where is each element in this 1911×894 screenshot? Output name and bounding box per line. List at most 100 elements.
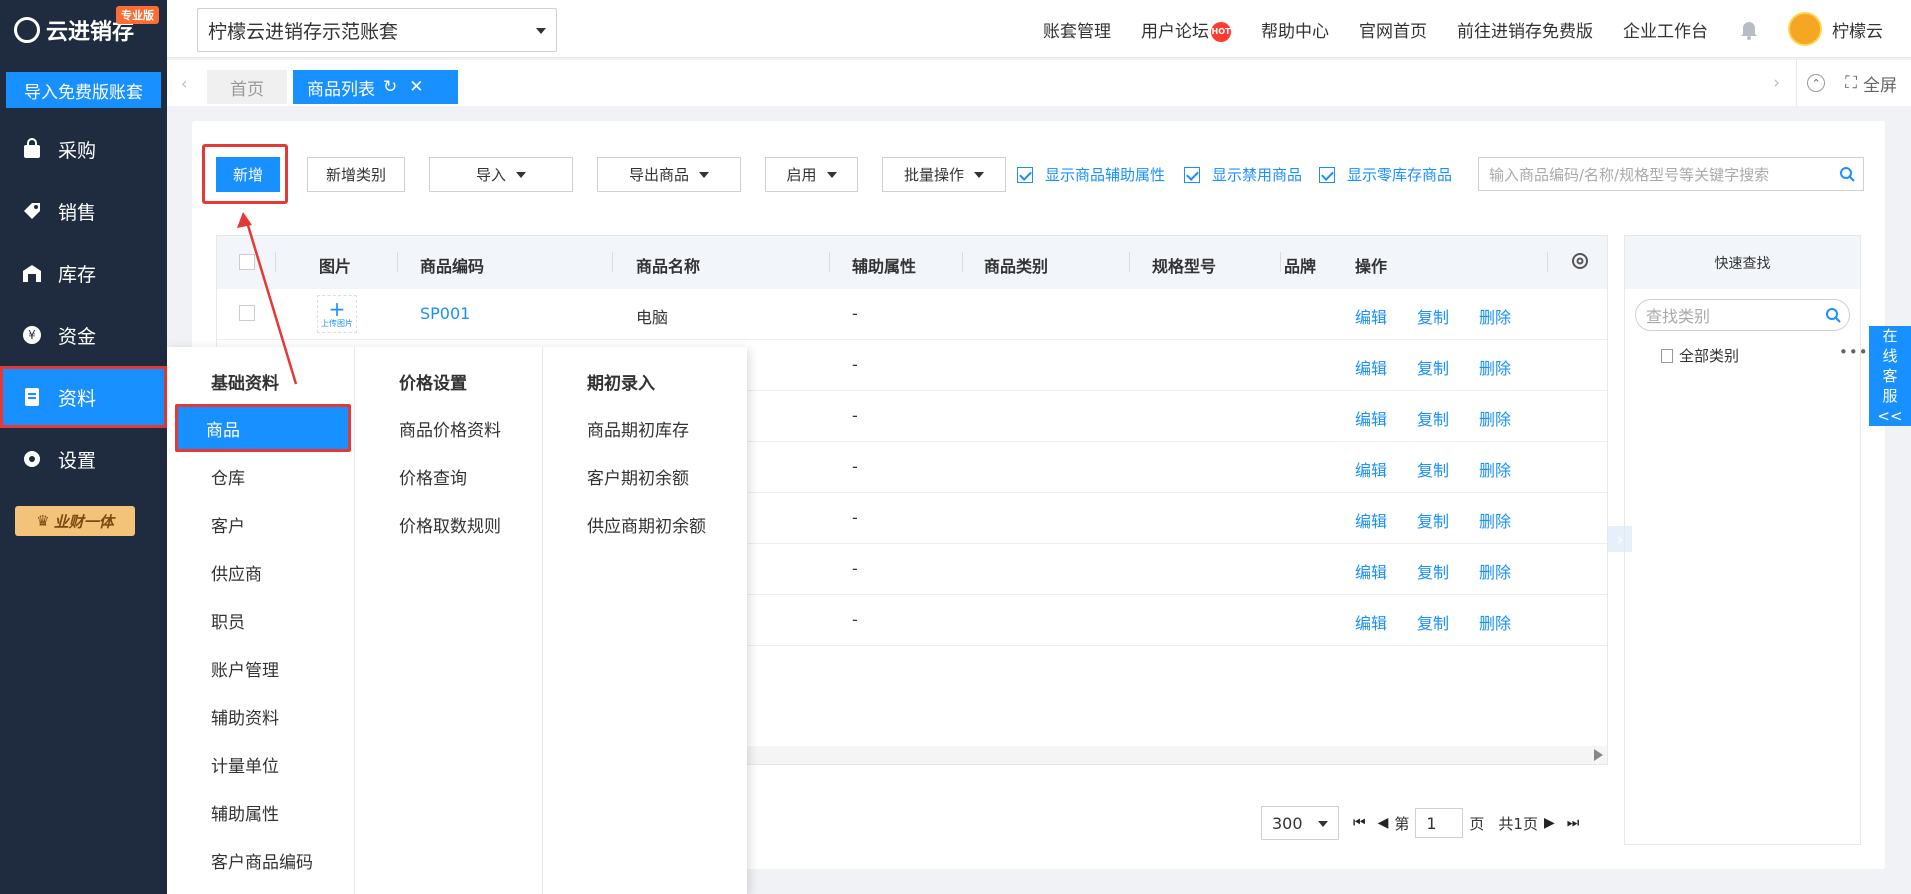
show-aux-attr-checkbox[interactable]: 显示商品辅助属性: [1017, 164, 1165, 185]
row-checkbox[interactable]: [239, 305, 255, 321]
add-category-button[interactable]: 新增类别: [307, 157, 405, 192]
nav-item-data[interactable]: 资料: [0, 366, 167, 428]
enable-dropdown[interactable]: 启用: [765, 157, 858, 192]
app-logo[interactable]: 云进销存 专业版: [0, 0, 167, 60]
menu-item-price-rules[interactable]: 价格取数规则: [399, 512, 501, 537]
nav-item-purchase[interactable]: 采购: [0, 118, 167, 180]
fullscreen-label[interactable]: 全屏: [1863, 71, 1897, 96]
edit-link[interactable]: 编辑: [1355, 559, 1387, 583]
nav-item-settings[interactable]: 设置: [0, 428, 167, 490]
column-settings-gear-icon[interactable]: [1570, 251, 1590, 275]
close-icon[interactable]: ✕: [409, 77, 423, 97]
delete-link[interactable]: 删除: [1479, 559, 1511, 583]
menu-item-accounts[interactable]: 账户管理: [211, 656, 279, 681]
menu-item-aux-attributes[interactable]: 辅助属性: [211, 800, 279, 825]
copy-link[interactable]: 复制: [1417, 508, 1449, 532]
folder-doc-icon: [1661, 348, 1673, 363]
menu-item-customer[interactable]: 客户: [211, 512, 245, 537]
delete-link[interactable]: 删除: [1479, 457, 1511, 481]
page-number-input[interactable]: 1: [1415, 808, 1464, 838]
edit-link[interactable]: 编辑: [1355, 304, 1387, 328]
menu-item-aux-data[interactable]: 辅助资料: [211, 704, 279, 729]
scroll-right-icon[interactable]: [1594, 749, 1603, 761]
column-divider: [829, 252, 830, 272]
category-search-input[interactable]: 查找类别: [1635, 299, 1850, 331]
menu-item-product[interactable]: 商品: [175, 404, 351, 452]
menu-item-warehouse[interactable]: 仓库: [211, 464, 245, 489]
delete-link[interactable]: 删除: [1479, 406, 1511, 430]
export-dropdown[interactable]: 导出商品: [597, 157, 741, 192]
import-free-account-button[interactable]: 导入免费版账套: [6, 72, 161, 108]
product-search-input[interactable]: 输入商品编码/名称/规格型号等关键字搜索: [1478, 157, 1864, 191]
more-options-icon[interactable]: •••: [1839, 343, 1869, 361]
link-free-version[interactable]: 前往进销存免费版: [1457, 17, 1593, 42]
account-select[interactable]: 柠檬云进销存示范账套: [197, 8, 557, 52]
select-all-checkbox[interactable]: [239, 254, 255, 270]
username[interactable]: 柠檬云: [1832, 17, 1883, 42]
last-page-icon[interactable]: ⏭: [1567, 815, 1580, 831]
batch-operation-dropdown[interactable]: 批量操作: [882, 157, 1006, 192]
edit-link[interactable]: 编辑: [1355, 355, 1387, 379]
show-zero-stock-checkbox[interactable]: 显示零库存商品: [1319, 164, 1452, 185]
nav-item-funds[interactable]: ¥ 资金: [0, 304, 167, 366]
nav-item-sales[interactable]: 销售: [0, 180, 167, 242]
add-button[interactable]: 新增: [216, 157, 280, 192]
product-code-link[interactable]: SP001: [420, 304, 470, 323]
refresh-icon[interactable]: ↻: [383, 77, 397, 97]
category-tree-all[interactable]: 全部类别 •••: [1661, 343, 1868, 366]
menu-item-price-data[interactable]: 商品价格资料: [399, 416, 501, 441]
link-user-forum[interactable]: 用户论坛 HOT: [1141, 17, 1231, 42]
upload-image-button[interactable]: + 上传图片: [317, 295, 357, 333]
copy-link[interactable]: 复制: [1417, 406, 1449, 430]
edit-link[interactable]: 编辑: [1355, 610, 1387, 634]
menu-item-supplier[interactable]: 供应商: [211, 560, 262, 585]
link-help-center[interactable]: 帮助中心: [1261, 17, 1329, 42]
delete-link[interactable]: 删除: [1479, 508, 1511, 532]
link-account-management[interactable]: 账套管理: [1043, 17, 1111, 42]
chevron-right-icon[interactable]: ›: [1773, 73, 1780, 93]
search-icon[interactable]: [1839, 166, 1855, 186]
search-icon[interactable]: [1825, 307, 1841, 327]
menu-item-customer-opening-balance[interactable]: 客户期初余额: [587, 464, 689, 489]
copy-link[interactable]: 复制: [1417, 610, 1449, 634]
divider: [1796, 60, 1798, 106]
menu-item-price-query[interactable]: 价格查询: [399, 464, 467, 489]
delete-link[interactable]: 删除: [1479, 304, 1511, 328]
link-official-site[interactable]: 官网首页: [1359, 17, 1427, 42]
collapse-up-icon[interactable]: ⌃: [1807, 74, 1826, 92]
fullscreen-icon[interactable]: ⛶: [1845, 73, 1857, 93]
nav-item-inventory[interactable]: 库存: [0, 242, 167, 304]
edit-link[interactable]: 编辑: [1355, 457, 1387, 481]
show-disabled-checkbox[interactable]: 显示禁用商品: [1184, 164, 1302, 185]
link-enterprise-workbench[interactable]: 企业工作台: [1623, 17, 1708, 42]
vip-badge[interactable]: ♛ 业财一体: [15, 506, 135, 536]
delete-link[interactable]: 删除: [1479, 610, 1511, 634]
chevron-left-icon[interactable]: ‹: [181, 74, 187, 93]
next-page-icon[interactable]: ▶: [1544, 815, 1555, 831]
copy-link[interactable]: 复制: [1417, 457, 1449, 481]
avatar[interactable]: [1788, 12, 1822, 46]
copy-link[interactable]: 复制: [1417, 304, 1449, 328]
copy-link[interactable]: 复制: [1417, 559, 1449, 583]
edit-link[interactable]: 编辑: [1355, 406, 1387, 430]
menu-column-opening: 期初录入 商品期初库存 客户期初余额 供应商期初余额: [543, 347, 747, 894]
menu-item-opening-stock[interactable]: 商品期初库存: [587, 416, 689, 441]
bell-icon[interactable]: [1738, 18, 1760, 40]
menu-item-units[interactable]: 计量单位: [211, 752, 279, 777]
prev-page-icon[interactable]: ◀: [1378, 815, 1389, 831]
pagination: 300 ⏮ ◀ 第 1 页 共1页 ▶ ⏭: [1261, 806, 1585, 840]
menu-item-staff[interactable]: 职员: [211, 608, 245, 633]
menu-item-supplier-opening-balance[interactable]: 供应商期初余额: [587, 512, 706, 537]
first-page-icon[interactable]: ⏮: [1353, 815, 1366, 831]
tab-home[interactable]: 首页: [207, 70, 287, 104]
table-row[interactable]: + 上传图片 SP001 电脑 - 编辑 复制 删除: [217, 289, 1607, 340]
delete-link[interactable]: 删除: [1479, 355, 1511, 379]
tab-product-list[interactable]: 商品列表 ↻ ✕: [293, 70, 458, 104]
import-dropdown[interactable]: 导入: [429, 157, 573, 192]
edit-link[interactable]: 编辑: [1355, 508, 1387, 532]
online-service-button[interactable]: 在 线 客 服 <<: [1869, 326, 1911, 426]
menu-item-customer-product-code[interactable]: 客户商品编码: [211, 848, 313, 873]
page-size-select[interactable]: 300: [1261, 806, 1339, 840]
service-char: <<: [1877, 407, 1903, 425]
copy-link[interactable]: 复制: [1417, 355, 1449, 379]
